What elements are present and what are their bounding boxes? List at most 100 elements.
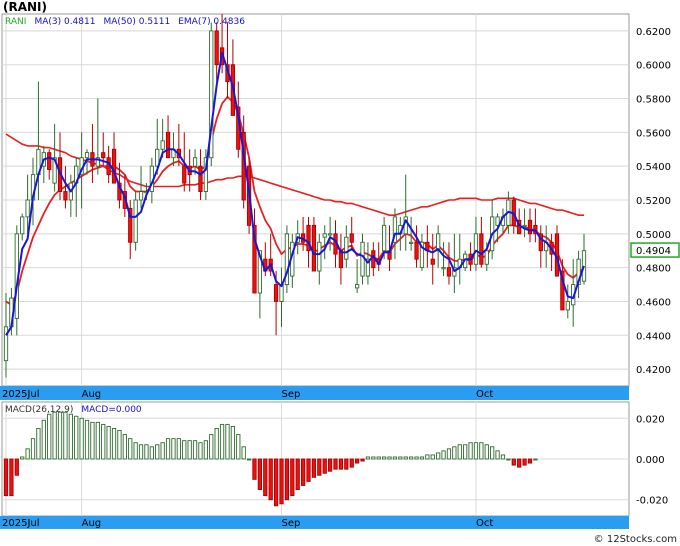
macd-bar-positive xyxy=(165,438,171,460)
macd-bar-negative xyxy=(522,458,527,466)
macd-bar-negative xyxy=(268,458,273,501)
candle-body-down xyxy=(446,267,452,277)
price-y-tick-label: 0.5400 xyxy=(636,162,671,173)
candle-body-up xyxy=(133,199,138,243)
macd-bar-positive xyxy=(430,454,435,460)
macd-bar-positive xyxy=(219,423,225,460)
macd-bar-positive xyxy=(392,456,398,460)
macd-bar-positive xyxy=(436,452,441,460)
price-legend: RANI MA(3) 0.4811 MA(50) 0.5111 EMA(7) 0.48… xyxy=(5,17,245,27)
macd-bar-positive xyxy=(111,428,117,460)
candle-body-up xyxy=(382,224,387,252)
candle-body-down xyxy=(111,148,117,184)
macd-bar-positive xyxy=(241,446,246,460)
candle-body-down xyxy=(182,165,187,184)
macd-bar-negative xyxy=(349,458,354,468)
macd-bar-positive xyxy=(387,456,392,460)
last-price-tag: 0.4904 xyxy=(630,242,680,258)
macd-y-tick-label: 0.000 xyxy=(636,455,665,466)
price-x-tick-label: Sep xyxy=(281,389,300,400)
macd-x-tick-label: Aug xyxy=(82,518,102,529)
macd-bar-positive xyxy=(41,419,46,460)
price-legend-entry: MA(50) 0.5111 xyxy=(103,17,170,27)
macd-bar-negative xyxy=(14,458,19,476)
macd-legend-entry: MACD=0.000 xyxy=(81,405,142,415)
price-x-tick-label: 2025Jul xyxy=(2,389,40,400)
candle-body-down xyxy=(47,152,52,171)
price-x-tick-label: Aug xyxy=(82,389,102,400)
macd-bar-negative xyxy=(511,458,516,466)
macd-bar-negative xyxy=(290,458,295,497)
macd-bar-negative xyxy=(284,458,290,501)
macd-bar-positive xyxy=(468,442,473,460)
candle-body-down xyxy=(527,219,533,235)
macd-bar-negative xyxy=(344,458,349,470)
price-y-tick-label: 0.4600 xyxy=(636,297,671,308)
candle-body-up xyxy=(84,152,90,159)
macd-bar-positive xyxy=(117,430,122,460)
candle-body-up xyxy=(522,224,527,228)
macd-bar-positive xyxy=(128,438,133,460)
candle xyxy=(311,216,317,272)
candle xyxy=(133,191,138,251)
candle-body-up xyxy=(565,301,570,311)
macd-x-tick-label: Oct xyxy=(476,518,493,529)
macd-bar-positive xyxy=(409,456,414,460)
macd-bar-positive xyxy=(382,456,387,460)
macd-bar-positive xyxy=(490,446,495,460)
macd-bar-positive xyxy=(176,438,181,460)
macd-bar-positive xyxy=(90,421,95,460)
macd-bar-positive xyxy=(419,456,425,460)
macd-bar-negative xyxy=(327,458,333,472)
macd-bar-positive xyxy=(457,444,462,460)
macd-bar-positive xyxy=(198,442,203,460)
macd-bar-positive xyxy=(74,415,79,460)
price-y-tick-label: 0.5800 xyxy=(636,95,671,106)
macd-bar-negative xyxy=(9,458,14,497)
candle-body-up xyxy=(360,241,365,277)
price-y-tick-label: 0.5200 xyxy=(636,196,671,207)
macd-bar-positive xyxy=(425,454,430,460)
candle-body-down xyxy=(414,241,419,260)
macd-bar-negative xyxy=(333,458,338,470)
candle-body-up xyxy=(441,267,446,270)
macd-bar-positive xyxy=(30,438,36,460)
macd-bar-positive xyxy=(20,456,25,460)
macd-bar-positive xyxy=(236,434,241,460)
macd-bar-positive xyxy=(446,448,452,460)
macd-bar-positive xyxy=(144,444,149,460)
macd-bar-positive xyxy=(133,442,138,460)
candle-body-up xyxy=(20,216,25,235)
macd-bar-negative xyxy=(257,458,263,490)
macd-bar-positive xyxy=(160,442,165,460)
candle-body-up xyxy=(344,236,349,260)
macd-bar-positive xyxy=(500,454,506,460)
macd-bar-positive xyxy=(371,456,376,460)
candle-body-down xyxy=(165,131,171,159)
macd-y-tick-label: -0.020 xyxy=(636,496,668,507)
candle-body-up xyxy=(25,199,30,218)
candle-body-down xyxy=(430,258,435,265)
candle-body-down xyxy=(214,30,219,66)
candle-body-up xyxy=(484,250,489,265)
macd-bar-negative xyxy=(3,458,9,497)
candle-body-up xyxy=(192,157,198,167)
price-y-tick-label: 0.6200 xyxy=(636,27,671,38)
price-y-tick-label: 0.5600 xyxy=(636,128,671,139)
candle-body-down xyxy=(311,224,317,272)
macd-bar-positive xyxy=(155,444,160,460)
candle-body-down xyxy=(349,233,354,243)
macd-legend-entry: MACD(26,12,9) xyxy=(5,405,73,415)
candle xyxy=(209,22,214,167)
price-legend-entry: EMA(7) 0.4836 xyxy=(178,17,245,27)
candle xyxy=(284,225,290,293)
macd-bar-negative xyxy=(354,458,360,464)
macd-bar-positive xyxy=(187,440,192,460)
price-legend-entry: MA(3) 0.4811 xyxy=(34,17,95,27)
macd-bar-positive xyxy=(246,458,252,461)
macd-y-tick-label: 0.020 xyxy=(636,414,665,425)
macd-bar-positive xyxy=(192,440,198,460)
macd-bar-positive xyxy=(149,446,154,460)
macd-bar-positive xyxy=(214,428,219,460)
macd-bar-negative xyxy=(295,458,300,490)
